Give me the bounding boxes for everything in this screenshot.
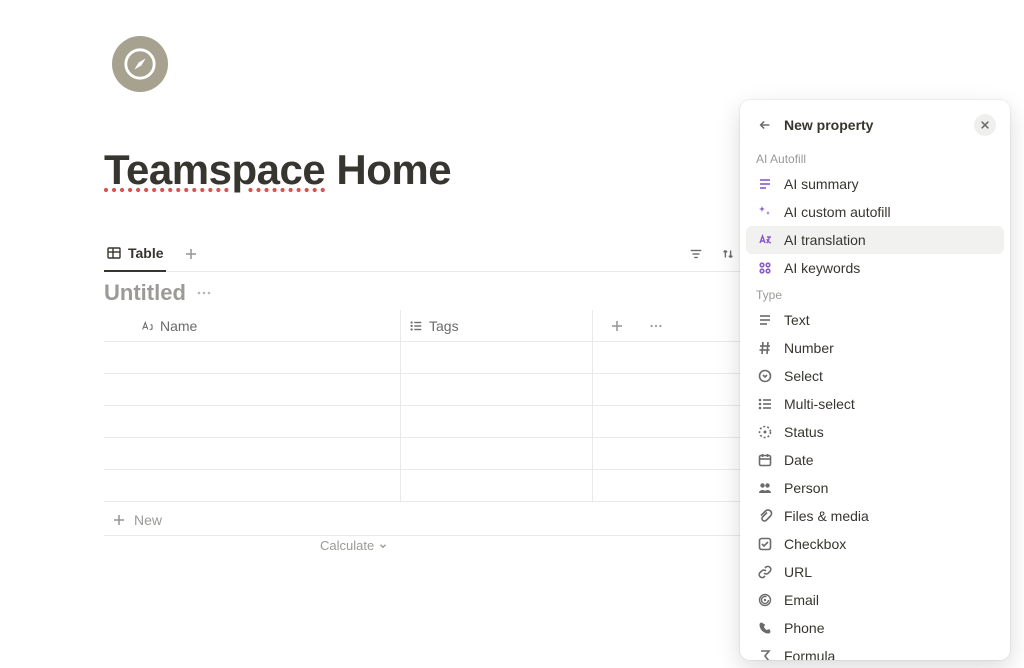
property-option-label: Email (784, 592, 819, 608)
columns-more-button[interactable] (632, 310, 672, 341)
add-column-button[interactable] (592, 310, 632, 341)
property-option-icon (756, 395, 774, 413)
property-option-icon (756, 231, 774, 249)
property-option-icon (756, 367, 774, 385)
property-option-label: Checkbox (784, 536, 846, 552)
property-option-label: AI keywords (784, 260, 860, 276)
property-option-ai-keywords[interactable]: AI keywords (746, 254, 1004, 282)
property-option-icon (756, 507, 774, 525)
add-view-button[interactable] (180, 243, 202, 265)
column-name-label: Name (160, 318, 197, 334)
database-title-more-icon[interactable] (196, 285, 212, 301)
property-option-label: Phone (784, 620, 824, 636)
property-option-label: URL (784, 564, 812, 580)
property-option-number[interactable]: Number (746, 334, 1004, 362)
column-tags-label: Tags (429, 318, 459, 334)
property-option-url[interactable]: URL (746, 558, 1004, 586)
view-tab-label: Table (128, 245, 164, 261)
popover-title: New property (784, 117, 966, 133)
property-option-label: Status (784, 424, 824, 440)
property-option-icon (756, 563, 774, 581)
property-option-status[interactable]: Status (746, 418, 1004, 446)
popover-section-type: Type (746, 282, 1004, 306)
page-title-word1: Teamspace (104, 146, 325, 193)
popover-close-button[interactable] (974, 114, 996, 136)
database-title-row: Untitled (104, 280, 212, 306)
database-title[interactable]: Untitled (104, 280, 186, 306)
column-tags[interactable]: Tags (400, 310, 592, 341)
property-option-icon (756, 175, 774, 193)
multiselect-property-icon (409, 319, 423, 333)
property-option-files-media[interactable]: Files & media (746, 502, 1004, 530)
property-option-icon (756, 339, 774, 357)
property-option-label: AI translation (784, 232, 866, 248)
property-option-icon (756, 311, 774, 329)
title-property-icon (140, 319, 154, 333)
page-title-word2: Home (336, 146, 451, 193)
new-row-label: New (134, 512, 162, 528)
calculate-button[interactable]: Calculate (320, 538, 388, 553)
property-option-label: Multi-select (784, 396, 855, 412)
property-option-icon (756, 479, 774, 497)
column-name[interactable]: Name (104, 318, 400, 334)
page-title[interactable]: Teamspace Home (104, 146, 451, 194)
property-option-label: Text (784, 312, 810, 328)
property-option-label: Files & media (784, 508, 869, 524)
property-option-label: Number (784, 340, 834, 356)
page-icon-compass[interactable] (112, 36, 168, 92)
new-property-popover: New property AI Autofill AI summary AI cu… (740, 100, 1010, 660)
filter-icon[interactable] (683, 241, 709, 267)
property-option-formula[interactable]: Formula (746, 642, 1004, 660)
property-option-ai-translation[interactable]: AI translation (746, 226, 1004, 254)
property-option-label: Person (784, 480, 828, 496)
property-option-icon (756, 535, 774, 553)
property-option-icon (756, 203, 774, 221)
property-option-icon (756, 423, 774, 441)
property-option-icon (756, 619, 774, 637)
property-option-email[interactable]: Email (746, 586, 1004, 614)
property-option-person[interactable]: Person (746, 474, 1004, 502)
property-option-label: Select (784, 368, 823, 384)
sort-icon[interactable] (715, 241, 741, 267)
property-option-label: AI custom autofill (784, 204, 891, 220)
popover-back-button[interactable] (754, 114, 776, 136)
property-option-multi-select[interactable]: Multi-select (746, 390, 1004, 418)
property-option-label: AI summary (784, 176, 859, 192)
property-option-icon (756, 259, 774, 277)
property-option-select[interactable]: Select (746, 362, 1004, 390)
popover-section-ai: AI Autofill (746, 146, 1004, 170)
property-option-icon (756, 591, 774, 609)
property-option-checkbox[interactable]: Checkbox (746, 530, 1004, 558)
chevron-down-icon (378, 541, 388, 551)
view-tab-table[interactable]: Table (104, 236, 166, 272)
property-option-label: Date (784, 452, 814, 468)
property-option-icon (756, 451, 774, 469)
property-option-label: Formula (784, 648, 835, 660)
property-option-ai-custom-autofill[interactable]: AI custom autofill (746, 198, 1004, 226)
property-option-icon (756, 647, 774, 660)
plus-icon (112, 513, 126, 527)
property-option-phone[interactable]: Phone (746, 614, 1004, 642)
property-option-date[interactable]: Date (746, 446, 1004, 474)
property-option-ai-summary[interactable]: AI summary (746, 170, 1004, 198)
property-option-text[interactable]: Text (746, 306, 1004, 334)
table-icon (106, 245, 122, 261)
